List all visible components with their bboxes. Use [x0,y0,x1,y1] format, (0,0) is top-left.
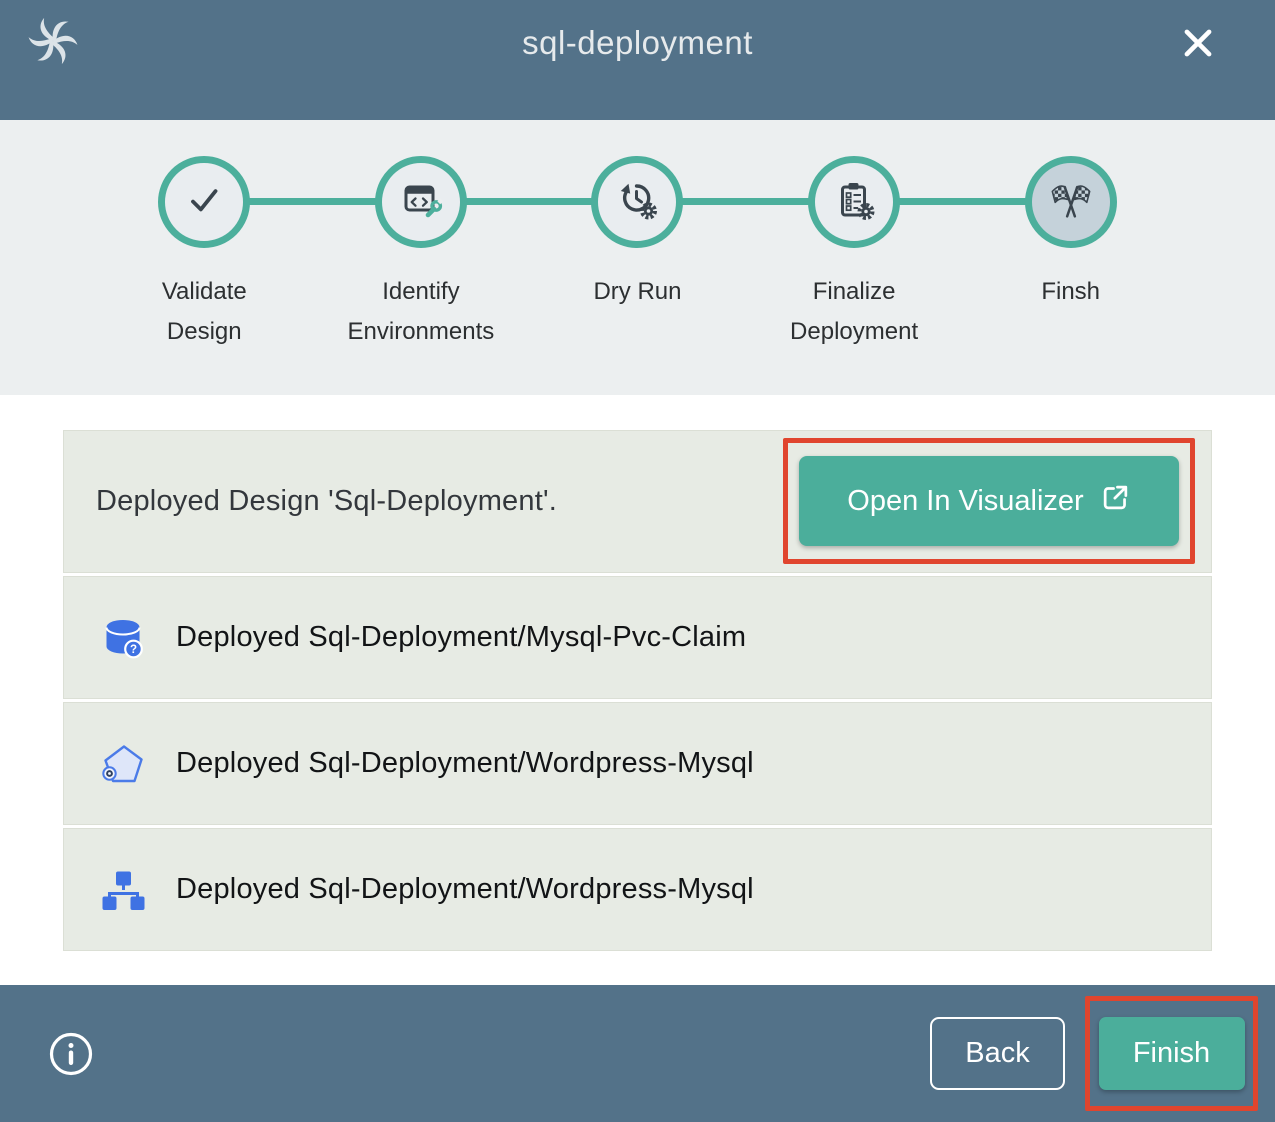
external-link-icon [1100,482,1131,521]
check-icon [183,179,225,226]
modal-footer: Back Finish [0,985,1275,1122]
open-in-visualizer-button[interactable]: Open In Visualizer [799,456,1179,546]
app-spiral-logo-icon [26,14,80,73]
result-row-text: Deployed Sql-Deployment/Wordpress-Mysql [176,747,754,780]
finish-button[interactable]: Finish [1099,1017,1245,1090]
step-circle-finsh[interactable] [1025,156,1117,248]
wizard-stepper: Validate Design Ident [0,120,1275,395]
result-row-wordpress-mysql-pod: Deployed Sql-Deployment/Wordpress-Mysql [63,702,1212,825]
pod-pentagon-icon [99,740,147,788]
step-finalize-deployment: Finalize Deployment [746,156,963,352]
step-dry-run: Dry Run [529,156,746,352]
step-circle-identify-environments[interactable] [375,156,467,248]
modal-title: sql-deployment [522,24,753,62]
result-row-text: Deployed Sql-Deployment/Mysql-Pvc-Claim [176,621,746,654]
dry-run-gear-icon [615,178,659,227]
svg-text:?: ? [130,644,137,656]
topology-icon [99,866,147,914]
step-label: Validate Design [162,272,247,352]
deployment-results: Deployed Design 'Sql-Deployment'. Open I… [0,395,1275,985]
close-button[interactable] [1175,20,1221,66]
step-finsh: Finsh [962,156,1179,352]
info-circle-icon [48,1065,94,1080]
deployment-wizard-modal: sql-deployment Validate Design [0,0,1275,1122]
deploy-message: Deployed Design 'Sql-Deployment'. [64,485,557,518]
close-x-icon [1179,50,1217,65]
deploy-message-panel: Deployed Design 'Sql-Deployment'. Open I… [63,430,1212,573]
step-label: Identify Environments [348,272,495,352]
step-validate-design: Validate Design [96,156,313,352]
step-circle-validate-design[interactable] [158,156,250,248]
info-button[interactable] [48,1031,94,1077]
database-icon: ? [99,614,147,662]
modal-header: sql-deployment [0,0,1275,120]
step-label: Finalize Deployment [790,272,918,352]
code-wrench-icon [399,178,443,227]
result-row-wordpress-mysql-topology: Deployed Sql-Deployment/Wordpress-Mysql [63,828,1212,951]
step-identify-environments: Identify Environments [313,156,530,352]
result-row-text: Deployed Sql-Deployment/Wordpress-Mysql [176,873,754,906]
step-label: Dry Run [593,272,681,312]
checkered-flags-icon [1048,177,1094,228]
back-button[interactable]: Back [930,1017,1065,1090]
step-label: Finsh [1041,272,1100,312]
result-row-mysql-pvc-claim: ? Deployed Sql-Deployment/Mysql-Pvc-Clai… [63,576,1212,699]
step-circle-finalize-deployment[interactable] [808,156,900,248]
step-circle-dry-run[interactable] [591,156,683,248]
annotation-box-finish: Finish [1085,996,1258,1111]
clipboard-gear-icon [832,178,876,227]
annotation-box-visualizer: Open In Visualizer [783,438,1195,564]
open-in-visualizer-label: Open In Visualizer [847,485,1083,518]
